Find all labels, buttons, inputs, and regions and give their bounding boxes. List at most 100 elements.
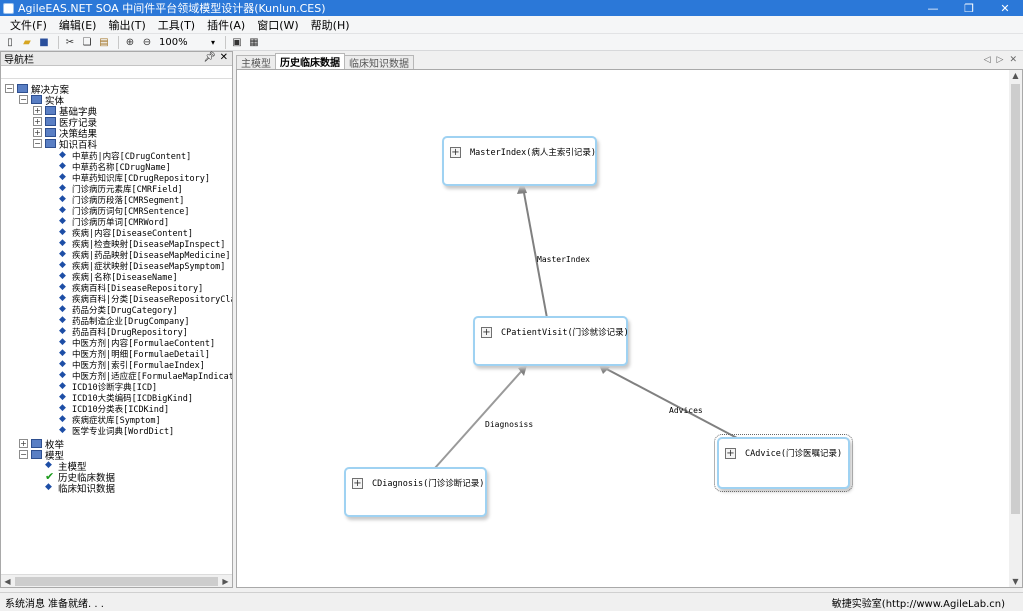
tree-node-entities[interactable]: − 实体 (19, 94, 64, 107)
tab-prev-icon[interactable]: ◁ (984, 55, 991, 65)
entity-icon: ◆ (59, 183, 66, 193)
tree-node-entity[interactable]: ◆ 药品百科[DrugRepository] (59, 326, 188, 338)
collapse-icon[interactable]: − (19, 95, 28, 104)
new-file-icon[interactable]: ▯ (3, 36, 17, 49)
expand-icon[interactable]: + (352, 478, 363, 489)
tree-node-entity[interactable]: ◆ 中草药名称[CDrugName] (59, 161, 171, 173)
open-folder-icon[interactable]: ▰ (20, 36, 34, 49)
zoom-out-icon[interactable]: ⊖ (140, 36, 154, 49)
connector-label-advices: Advices (669, 406, 703, 415)
restore-button[interactable]: ❐ (951, 0, 987, 16)
entity-patientvisit[interactable]: + CPatientVisit(门诊就诊记录) (473, 316, 629, 366)
entity-icon: ◆ (59, 304, 66, 314)
zoom-in-icon[interactable]: ⊕ (123, 36, 137, 49)
collapse-icon[interactable]: − (33, 139, 42, 148)
connector-masterindex[interactable] (521, 181, 548, 319)
tree-node-entity[interactable]: ◆ 门诊病历段落[CMRSegment] (59, 194, 184, 206)
collapse-icon[interactable]: − (19, 450, 28, 459)
tab-clinical-knowledge[interactable]: 临床知识数据 (344, 55, 414, 70)
diagram-canvas[interactable]: + MasterIndex(病人主索引记录) + CPatientVisit(门… (236, 69, 1023, 588)
paste-icon[interactable]: ▤ (97, 36, 111, 49)
expand-icon[interactable]: + (725, 448, 736, 459)
tree-node-entity[interactable]: ◆ 中医方剂|明细[FormulaeDetail] (59, 348, 210, 360)
layout-icon[interactable]: ▣ (230, 36, 244, 49)
vertical-scrollbar[interactable]: ▲ ▼ (1009, 70, 1022, 587)
status-website: 敏捷实验室(http://www.AgileLab.cn) (831, 598, 1005, 610)
minimize-button[interactable]: — (915, 0, 951, 16)
toolbar-separator (118, 35, 119, 49)
scrollbar-thumb[interactable] (1011, 84, 1020, 514)
entity-icon: ◆ (59, 172, 66, 182)
menu-output[interactable]: 输出(T) (102, 17, 151, 33)
scrollbar-thumb[interactable] (15, 576, 218, 586)
expand-icon[interactable]: + (19, 439, 28, 448)
tree-node-folder[interactable]: − 知识百科 (33, 138, 97, 151)
expand-icon[interactable]: + (33, 117, 42, 126)
export-icon[interactable]: ▦ (247, 36, 261, 49)
scroll-left-icon[interactable]: ◀ (1, 577, 14, 586)
expand-icon[interactable]: + (33, 106, 42, 115)
tree-node-entity[interactable]: ◆ 医学专业词典[WordDict] (59, 425, 174, 437)
tree-node-entity[interactable]: ◆ 门诊病历单词[CMRWord] (59, 216, 169, 228)
collapse-icon[interactable]: − (5, 84, 14, 93)
tree-node-entity[interactable]: ◆ 中草药知识库[CDrugRepository] (59, 172, 210, 184)
tree-node-entity[interactable]: ◆ 门诊病历词句[CMRSentence] (59, 205, 190, 217)
cut-icon[interactable]: ✂ (63, 36, 77, 49)
entity-diagnosis[interactable]: + CDiagnosis(门诊诊断记录) (344, 467, 487, 517)
connector-advices[interactable] (598, 364, 738, 439)
tree-node-entity[interactable]: ◆ ICD10诊断字典[ICD] (59, 381, 157, 393)
entity-advice[interactable]: + CAdvice(门诊医嘱记录) (714, 434, 853, 492)
expand-icon[interactable]: + (481, 327, 492, 338)
tree-node-entity[interactable]: ◆ 中医方剂|索引[FormulaeIndex] (59, 359, 205, 371)
tree-node-entity[interactable]: ◆ 疾病|检查映射[DiseaseMapInspect] (59, 238, 225, 250)
save-icon[interactable]: ■ (37, 36, 51, 49)
entity-icon: ◆ (59, 359, 66, 369)
scroll-right-icon[interactable]: ▶ (219, 577, 232, 586)
entity-icon: ◆ (59, 293, 66, 303)
tree-node-entity[interactable]: ◆中医方剂|适应症[FormulaeMapIndication] (59, 370, 232, 382)
tree-node-model[interactable]: ◆ 临床知识数据 (45, 482, 115, 495)
tab-next-icon[interactable]: ▷ (997, 55, 1004, 65)
entity-masterindex[interactable]: + MasterIndex(病人主索引记录) (442, 136, 597, 186)
tab-close-icon[interactable]: ✕ (1009, 55, 1017, 65)
tab-main-model[interactable]: 主模型 (236, 55, 276, 70)
entity-icon: ◆ (59, 326, 66, 336)
expand-icon[interactable]: + (33, 128, 42, 137)
tree-node-entity[interactable]: ◆ 药品分类[DrugCategory] (59, 304, 178, 316)
tab-navigation: ◁ ▷ ✕ (984, 55, 1017, 65)
tree-node-entity[interactable]: ◆ 中医方剂|内容[FormulaeContent] (59, 337, 215, 349)
menu-help[interactable]: 帮助(H) (305, 17, 356, 33)
scroll-up-icon[interactable]: ▲ (1009, 71, 1022, 80)
status-message: 准备就绪. . . (48, 598, 104, 610)
scroll-down-icon[interactable]: ▼ (1009, 577, 1022, 586)
menu-tools[interactable]: 工具(T) (152, 17, 201, 33)
horizontal-scrollbar[interactable]: ◀ ▶ (1, 574, 232, 587)
tree-node-entity[interactable]: ◆ 疾病|内容[DiseaseContent] (59, 227, 193, 239)
tree-node-entity[interactable]: ◆ 疾病百科[DiseaseRepository] (59, 282, 203, 294)
close-icon[interactable]: ✕ (220, 52, 228, 63)
tree-node-entity[interactable]: ◆ 疾病症状库[Symptom] (59, 414, 161, 426)
tree-node-entity[interactable]: ◆ ICD10分类表[ICDKind] (59, 403, 169, 415)
tree-node-entity[interactable]: ◆ ICD10大类编码[ICDBigKind] (59, 392, 193, 404)
menu-file[interactable]: 文件(F) (4, 17, 53, 33)
tree-node-entity[interactable]: ◆ 门诊病历元素库[CMRField] (59, 183, 183, 195)
tree-node-entity[interactable]: ◆ 中草药|内容[CDrugContent] (59, 150, 191, 162)
copy-icon[interactable]: ❏ (80, 36, 94, 49)
entity-icon: ◆ (59, 227, 66, 237)
expand-icon[interactable]: + (450, 147, 461, 158)
tree-node-entity[interactable]: ◆ 药品制造企业[DrugCompany] (59, 315, 190, 327)
close-button[interactable]: ✕ (987, 0, 1023, 16)
tab-history-clinical[interactable]: 历史临床数据 (275, 53, 345, 69)
menu-plugins[interactable]: 插件(A) (201, 17, 251, 33)
tree-node-entity[interactable]: ◆ 疾病|症状映射[DiseaseMapSymptom] (59, 260, 225, 272)
tree-node-entity[interactable]: ◆ 疾病|药品映射[DiseaseMapMedicine] (59, 249, 230, 261)
tree-node-entity[interactable]: ◆疾病百科|分类[DiseaseRepositoryClass] (59, 293, 232, 305)
entity-icon: ◆ (59, 161, 66, 171)
menu-edit[interactable]: 编辑(E) (53, 17, 103, 33)
zoom-select[interactable]: 100% ▾ (157, 35, 217, 49)
menu-window[interactable]: 窗口(W) (251, 17, 304, 33)
connector-diagnosis[interactable] (434, 364, 528, 469)
folder-icon (45, 139, 56, 148)
tree-node-entity[interactable]: ◆ 疾病|名称[DiseaseName] (59, 271, 178, 283)
pin-icon[interactable]: 📌︎ (203, 52, 216, 63)
